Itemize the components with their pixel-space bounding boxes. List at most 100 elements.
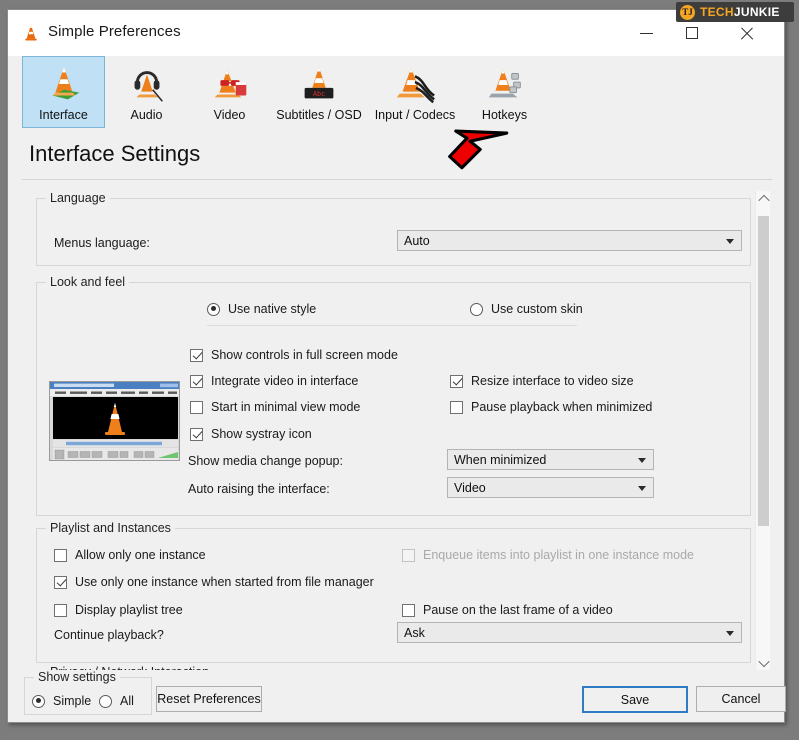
checkbox-indicator <box>54 548 67 562</box>
settings-content: Language Menus language: Auto Look and f… <box>22 186 757 676</box>
svg-text:Abc: Abc <box>313 90 325 98</box>
scroll-down-icon <box>757 655 770 668</box>
media-popup-value: When minimized <box>454 452 547 467</box>
techjunkie-logo-icon: TJ <box>680 4 695 20</box>
language-group-legend: Language <box>46 191 110 205</box>
checkbox-display-playlist-tree[interactable]: Display playlist tree <box>54 603 183 617</box>
menus-language-combobox[interactable]: Auto <box>397 230 742 251</box>
checkbox-allow-one-instance[interactable]: Allow only one instance <box>54 548 206 562</box>
tab-hotkeys[interactable]: Hotkeys <box>463 56 546 128</box>
watermark-text-junkie: JUNKIE <box>733 5 780 19</box>
chevron-down-icon <box>638 457 646 463</box>
checkbox-indicator <box>450 400 463 414</box>
checkbox-indicator <box>190 400 203 414</box>
radio-show-all-label: All <box>120 694 134 708</box>
show-settings-legend: Show settings <box>34 670 120 684</box>
tab-hotkeys-label: Hotkeys <box>481 108 528 122</box>
continue-playback-combobox[interactable]: Ask <box>397 622 742 643</box>
checkbox-indicator <box>402 548 415 562</box>
reset-preferences-button[interactable]: Reset Preferences <box>156 686 262 712</box>
playlist-group-legend: Playlist and Instances <box>46 521 175 535</box>
maximize-icon <box>686 27 698 39</box>
vlc-cone-interface-icon <box>52 66 79 100</box>
scrollbar-thumb[interactable] <box>758 216 769 526</box>
checkbox-one-instance-file-manager[interactable]: Use only one instance when started from … <box>54 575 374 589</box>
radio-use-native-style[interactable]: Use native style <box>207 302 316 316</box>
tab-audio-label: Audio <box>130 108 163 122</box>
vlc-cone-glasses-icon <box>214 69 246 98</box>
save-button[interactable]: Save <box>582 686 688 713</box>
checkbox-show-controls-fullscreen-label: Show controls in full screen mode <box>211 348 398 362</box>
vlc-cone-icon <box>25 24 37 41</box>
radio-indicator <box>32 694 45 708</box>
vlc-cone-subtitles-icon: Abc <box>304 66 334 99</box>
tab-video-label: Video <box>213 108 246 122</box>
checkbox-indicator <box>190 427 203 441</box>
techjunkie-watermark: TJ TECHJUNKIE <box>676 2 794 22</box>
checkbox-indicator <box>190 374 203 388</box>
scroll-up-button[interactable] <box>756 191 771 207</box>
chevron-down-icon <box>638 485 646 491</box>
radio-use-native-style-label: Use native style <box>228 302 317 316</box>
radio-indicator <box>99 694 112 708</box>
watermark-text-tech: TECH <box>700 5 734 19</box>
vlc-player-preview-thumbnail <box>49 381 180 461</box>
radio-indicator <box>470 302 483 316</box>
media-popup-label: Show media change popup: <box>188 454 343 468</box>
checkbox-indicator <box>190 348 203 362</box>
tab-audio[interactable]: Audio <box>105 56 188 128</box>
checkbox-indicator <box>402 603 415 617</box>
minimize-icon <box>639 32 653 34</box>
chevron-down-icon <box>726 630 734 636</box>
look-and-feel-group-legend: Look and feel <box>46 275 130 289</box>
checkbox-show-systray-label: Show systray icon <box>211 427 312 441</box>
checkbox-pause-when-minimized-label: Pause playback when minimized <box>471 400 653 414</box>
checkbox-integrate-video[interactable]: Integrate video in interface <box>190 374 358 388</box>
tab-interface[interactable]: Interface <box>22 56 105 128</box>
settings-scrollbar[interactable] <box>755 191 770 671</box>
tab-video[interactable]: Video <box>188 56 271 128</box>
checkbox-enqueue-items: Enqueue items into playlist in one insta… <box>402 548 694 562</box>
checkbox-show-systray[interactable]: Show systray icon <box>190 427 312 441</box>
cancel-button[interactable]: Cancel <box>696 686 786 712</box>
settings-scroll-area: Language Menus language: Auto Look and f… <box>22 186 772 676</box>
checkbox-indicator <box>54 575 67 589</box>
cancel-button-label: Cancel <box>721 692 761 706</box>
title-divider <box>22 179 772 180</box>
checkbox-resize-interface-label: Resize interface to video size <box>471 374 634 388</box>
window-title: Simple Preferences <box>48 23 181 40</box>
chevron-down-icon <box>726 238 734 244</box>
radio-show-all[interactable]: All <box>99 694 134 708</box>
checkbox-show-controls-fullscreen[interactable]: Show controls in full screen mode <box>190 348 398 362</box>
tab-subtitles-osd[interactable]: Abc Subtitles / OSD <box>271 56 367 128</box>
auto-raise-value: Video <box>454 480 486 495</box>
title-bar: Simple Preferences <box>8 10 784 56</box>
radio-show-simple-label: Simple <box>53 694 92 708</box>
tab-input-codecs[interactable]: Input / Codecs <box>367 56 463 128</box>
checkbox-indicator <box>54 603 67 617</box>
checkbox-pause-when-minimized[interactable]: Pause playback when minimized <box>450 400 652 414</box>
media-popup-combobox[interactable]: When minimized <box>447 449 654 470</box>
checkbox-one-instance-file-manager-label: Use only one instance when started from … <box>75 575 374 589</box>
checkbox-integrate-video-label: Integrate video in interface <box>211 374 359 388</box>
checkbox-pause-last-frame[interactable]: Pause on the last frame of a video <box>402 603 613 617</box>
close-icon <box>739 25 755 41</box>
checkbox-display-playlist-tree-label: Display playlist tree <box>75 603 183 617</box>
tab-subtitles-osd-label: Subtitles / OSD <box>276 108 362 122</box>
checkbox-minimal-view[interactable]: Start in minimal view mode <box>190 400 360 414</box>
menus-language-value: Auto <box>404 233 430 248</box>
radio-use-custom-skin[interactable]: Use custom skin <box>470 302 583 316</box>
checkbox-indicator <box>450 374 463 388</box>
checkbox-enqueue-items-label: Enqueue items into playlist in one insta… <box>423 548 694 562</box>
tab-interface-label: Interface <box>39 108 88 122</box>
style-divider <box>207 325 577 326</box>
auto-raise-combobox[interactable]: Video <box>447 477 654 498</box>
dialog-footer: Show settings Simple All Reset Preferenc… <box>8 670 786 722</box>
checkbox-resize-interface[interactable]: Resize interface to video size <box>450 374 634 388</box>
checkbox-allow-one-instance-label: Allow only one instance <box>75 548 206 562</box>
auto-raise-label: Auto raising the interface: <box>188 482 330 496</box>
screenshot-root: Simple Preferences Interface Audio Video… <box>0 0 799 740</box>
radio-show-simple[interactable]: Simple <box>32 694 91 708</box>
minimize-button[interactable] <box>623 10 669 56</box>
scroll-down-button[interactable] <box>756 655 771 671</box>
